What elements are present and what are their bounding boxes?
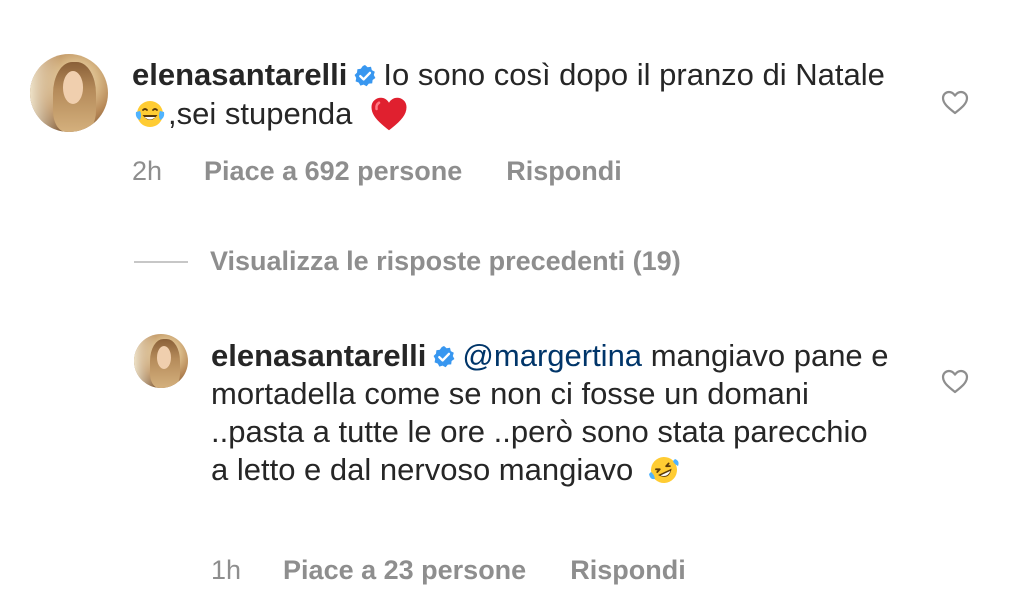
rolling-on-floor-laughing-emoji xyxy=(648,457,679,483)
view-previous-replies[interactable]: Visualizza le risposte precedenti (19) xyxy=(134,246,681,277)
reply-button[interactable]: Rispondi xyxy=(506,156,622,187)
reply-body: elenasantarelli @margertina mangiavo pane… xyxy=(211,337,891,489)
like-heart-icon[interactable] xyxy=(940,367,970,395)
avatar[interactable] xyxy=(30,54,108,132)
comment-username[interactable]: elenasantarelli xyxy=(132,57,347,92)
comment-meta: 1h Piace a 23 persone Rispondi xyxy=(211,555,686,586)
comment-text: Io sono così dopo il pranzo di Natale xyxy=(383,57,885,92)
comment-body: elenasantarelli Io sono così dopo il pran… xyxy=(132,56,912,134)
mention-link[interactable]: @margertina xyxy=(462,338,642,373)
avatar[interactable] xyxy=(134,334,188,388)
comment-time[interactable]: 1h xyxy=(211,555,241,586)
divider-line xyxy=(134,260,188,263)
face-with-tears-of-joy-emoji xyxy=(135,101,165,127)
comment-username[interactable]: elenasantarelli xyxy=(211,338,426,373)
comment-text-continued: ,sei stupenda xyxy=(168,96,353,131)
verified-badge-icon xyxy=(355,65,376,87)
comment-likes[interactable]: Piace a 692 persone xyxy=(204,156,462,187)
verified-badge-icon xyxy=(434,346,455,368)
comment-time[interactable]: 2h xyxy=(132,156,162,187)
comment-meta: 2h Piace a 692 persone Rispondi xyxy=(132,156,622,187)
reply-button[interactable]: Rispondi xyxy=(570,555,686,586)
red-heart-emoji xyxy=(371,97,407,131)
comments-panel: elenasantarelli Io sono così dopo il pran… xyxy=(0,0,1024,604)
like-heart-icon[interactable] xyxy=(940,88,970,116)
view-replies-label[interactable]: Visualizza le risposte precedenti (19) xyxy=(210,246,681,277)
comment-likes[interactable]: Piace a 23 persone xyxy=(283,555,526,586)
